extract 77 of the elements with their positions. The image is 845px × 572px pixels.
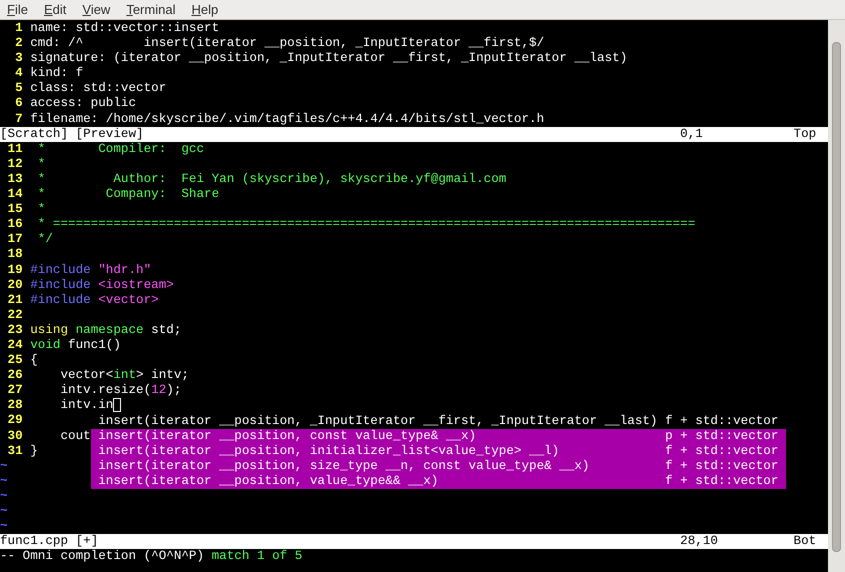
line-number: 19 [6,262,24,278]
menu-item[interactable]: File [6,0,29,20]
code-line: * Compiler: gcc [36,142,204,157]
match-message: match 1 of 5 [212,549,302,564]
code-line: filename: /home/skyscribe/.vim/tagfiles/c++4.4/4.4/bits/stl_vector.h [30,112,544,127]
code-line: kind: f [30,66,84,82]
completion-item[interactable]: insert(iterator __position, initializer_list<value_type> __l) f + std::vector [90,444,786,459]
scrollbar-thumb[interactable] [832,42,841,552]
line-number: 11 [6,142,24,157]
line-number: 15 [6,202,24,218]
code-line: access: public [30,96,136,112]
menu-item[interactable]: Terminal [125,0,176,20]
line-number: 18 [6,247,24,262]
menu-item[interactable]: View [81,0,112,20]
code-line: * [36,202,46,218]
completion-item[interactable]: insert(iterator __position, const value_type& __x) p + std::vector [90,428,786,444]
line-number: 23 [6,322,24,338]
code-line: } [30,444,38,459]
completion-item[interactable]: insert(iterator __position, value_type&& __x) f + std::vector [90,474,786,490]
code-line: #include <iostream> [30,278,174,293]
empty-line-marker: ~ [0,504,8,520]
line-number: 29 [6,413,24,429]
status-filename: [Scratch] [Preview] [0,126,145,142]
line-number: 12 [6,156,24,172]
code-line: intv.resize(12); [59,383,182,398]
line-number: 31 [6,444,24,459]
code-line: #include <vector> [30,292,159,308]
line-number: 3 [14,51,24,66]
code-line: * ===================================================================================== [36,217,696,232]
code-line: * [36,156,46,172]
line-number: 24 [6,338,24,354]
line-number: 2 [14,36,24,52]
line-number: 22 [6,308,24,323]
empty-line-marker: ~ [0,458,8,474]
code-line: signature: (iterator __position, _InputIterator __first, _InputIterator __last) [30,51,628,66]
code-line: using namespace std; [30,322,182,338]
code-line: * Author: Fei Yan (skyscribe), skyscribe.yf@gmail.com [36,172,506,188]
code-line: */ [36,232,53,248]
line-number: 6 [14,96,24,112]
scrollbar[interactable] [828,20,845,572]
line-number: 26 [6,368,24,384]
empty-line-marker: ~ [0,474,8,489]
line-number: 28 [6,398,24,414]
code-line: { [30,353,38,368]
empty-line-marker: ~ [0,519,8,534]
completion-item[interactable]: insert(iterator __position, size_type __n, const value_type& __x) f + std::vector [90,458,786,474]
menu-item[interactable]: Help [190,0,220,20]
menu-item[interactable]: Edit [42,0,68,20]
line-number: 20 [6,278,24,293]
code-line: vector<int> intv; [59,368,189,384]
code-line: cmd: /^ insert(iterator __position, _InputIterator __first,$/ [30,36,544,52]
line-number: 21 [6,292,24,308]
line-number: 4 [14,66,24,82]
line-number: 7 [14,112,24,127]
line-number: 27 [6,383,24,398]
cursor-position: 0,1 [680,126,704,142]
cursor-position: 28,10 [680,534,719,550]
code-line: class: std::vector [30,81,166,96]
empty-line-marker: ~ [0,488,8,504]
code-line: * Company: Share [36,187,220,202]
code-line: void func1() [30,338,121,354]
line-number: 30 [6,428,24,444]
line-number: 1 [14,21,24,36]
line-number: 17 [6,232,24,248]
code-line: #include "hdr.h" [30,262,152,278]
line-number: 16 [6,217,24,232]
line-number: 25 [6,353,24,368]
line-number: 13 [6,172,24,188]
code-line: intv.in [59,398,114,414]
code-line: name: std::vector::insert [30,21,220,36]
mode-message: -- Omni completion (^O^N^P) [0,549,204,564]
status-filename: func1.cpp [+] [0,534,100,550]
code-line: cout [59,428,91,444]
line-number: 14 [6,187,24,202]
scroll-position: Top [794,126,816,142]
line-number: 5 [14,81,24,96]
scroll-position: Bot [794,534,816,550]
